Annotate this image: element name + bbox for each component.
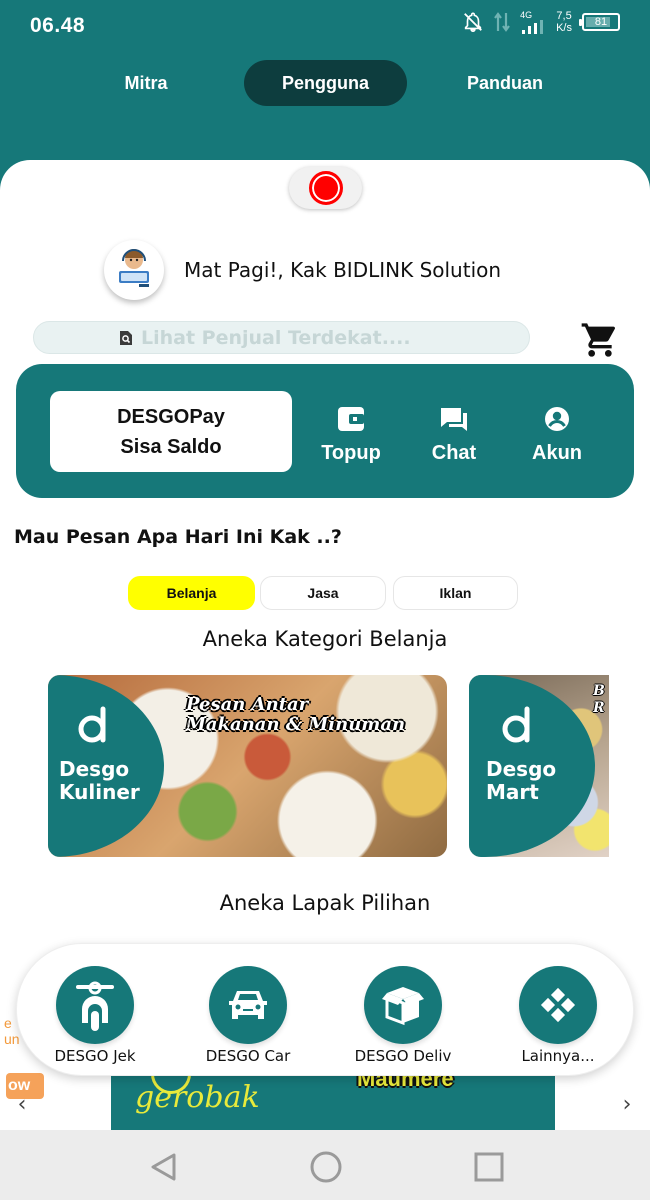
brand-line1: Desgo xyxy=(59,757,130,781)
segment-jasa[interactable]: Jasa xyxy=(260,576,386,610)
profile-avatar[interactable] xyxy=(104,240,164,300)
service-desgo-jek[interactable]: DESGO Jek xyxy=(40,966,150,1065)
scooter-icon xyxy=(56,966,134,1044)
lapak-section-title: Aneka Lapak Pilihan xyxy=(219,891,431,915)
record-icon xyxy=(308,171,343,205)
segment-belanja[interactable]: Belanja xyxy=(128,576,255,610)
speed-unit: K/s xyxy=(556,22,572,34)
car-icon xyxy=(209,966,287,1044)
wallet-icon xyxy=(336,406,366,438)
brand-line2: Kuliner xyxy=(59,780,140,804)
cart-icon xyxy=(578,323,622,364)
search-icon xyxy=(119,330,133,346)
chat-button[interactable]: Chat xyxy=(409,406,499,465)
service-label: DESGO Car xyxy=(205,1047,291,1065)
caption-line2: R xyxy=(593,700,605,716)
account-label: Akun xyxy=(532,442,582,464)
promo-left-line2: un xyxy=(4,1031,20,1047)
segment-iklan[interactable]: Iklan xyxy=(393,576,518,610)
topup-button[interactable]: Topup xyxy=(306,406,396,465)
carousel-prev-icon[interactable]: ‹ xyxy=(12,1093,32,1117)
service-label: Lainnya... xyxy=(521,1047,595,1065)
search-input[interactable]: Lihat Penjual Terdekat.... xyxy=(33,321,530,354)
promo-main-text: gerobak xyxy=(135,1080,260,1115)
wallet-balance-card[interactable]: DESGOPay Sisa Saldo xyxy=(50,391,292,472)
app-screen: 06.48 4G 7,5 K/s 81 Mitra Pengguna Pandu… xyxy=(0,0,650,1200)
data-arrows-icon xyxy=(494,11,510,33)
home-icon[interactable] xyxy=(309,1150,343,1184)
notifications-off-icon xyxy=(462,11,484,33)
service-desgo-car[interactable]: DESGO Car xyxy=(193,966,303,1065)
wallet-subtitle: Sisa Saldo xyxy=(120,435,222,458)
service-desgo-deliv[interactable]: DESGO Deliv xyxy=(348,966,458,1065)
tab-mitra[interactable]: Mitra xyxy=(96,60,196,106)
desgo-logo-icon xyxy=(502,706,530,743)
banner-desgo-kuliner[interactable]: Desgo Kuliner Pesan Antar Makanan & Minu… xyxy=(48,675,447,857)
battery-icon: 81 xyxy=(579,13,620,31)
caption-line1: Pesan Antar xyxy=(186,694,309,715)
status-icons: 4G 7,5 K/s 81 xyxy=(462,10,620,34)
record-button[interactable] xyxy=(289,167,362,209)
banner-caption: Pesan Antar Makanan & Minuman xyxy=(186,695,405,735)
services-bar: DESGO Jek DESGO Car DESGO Deliv Lainnya.… xyxy=(16,943,634,1076)
banner-brand-name: Desgo Kuliner xyxy=(59,758,140,804)
caption-line2: Makanan & Minuman xyxy=(186,714,406,735)
brand-line1: Desgo xyxy=(486,757,557,781)
status-time: 06.48 xyxy=(30,14,86,37)
account-button[interactable]: Akun xyxy=(512,406,602,465)
tab-panduan[interactable]: Panduan xyxy=(445,60,565,106)
more-apps-icon xyxy=(519,966,597,1044)
speed-value: 7,5 xyxy=(556,10,572,22)
wallet-title: DESGOPay xyxy=(117,405,225,428)
signal-icon: 4G xyxy=(520,9,546,34)
greeting: Mat Pagi!, Kak BIDLINK Solution xyxy=(104,240,624,300)
service-label: DESGO Jek xyxy=(54,1047,136,1065)
account-icon xyxy=(543,406,571,438)
recent-apps-icon[interactable] xyxy=(472,1150,506,1184)
network-speed: 7,5 K/s xyxy=(556,10,572,34)
brand-line2: Mart xyxy=(486,780,539,804)
desgo-logo-icon xyxy=(78,706,106,743)
search-placeholder: Lihat Penjual Terdekat.... xyxy=(141,326,411,349)
chat-label: Chat xyxy=(431,442,477,464)
network-type: 4G xyxy=(520,9,533,20)
package-icon xyxy=(364,966,442,1044)
service-label: DESGO Deliv xyxy=(354,1047,452,1065)
desgopay-panel: DESGOPay Sisa Saldo Topup Chat Akun xyxy=(16,364,634,498)
battery-level: 81 xyxy=(594,16,608,28)
back-icon[interactable] xyxy=(147,1150,181,1184)
category-section-title: Aneka Kategori Belanja xyxy=(202,627,448,651)
tab-pengguna[interactable]: Pengguna xyxy=(244,60,407,106)
status-bar: 06.48 4G 7,5 K/s 81 xyxy=(0,0,650,52)
order-question: Mau Pesan Apa Hari Ini Kak ..? xyxy=(14,526,342,548)
top-tabs: Mitra Pengguna Panduan xyxy=(0,60,650,106)
service-lainnya[interactable]: Lainnya... xyxy=(503,966,613,1065)
chat-icon xyxy=(439,406,469,438)
banner-desgo-mart[interactable]: Desgo Mart B R xyxy=(469,675,609,857)
promo-left-line1: e xyxy=(4,1015,12,1031)
banner-brand-name: Desgo Mart xyxy=(486,758,556,804)
caption-line1: B xyxy=(593,683,605,699)
banner-caption: B R xyxy=(593,683,605,717)
system-nav-bar xyxy=(0,1130,650,1200)
topup-label: Topup xyxy=(321,442,381,464)
greeting-text: Mat Pagi!, Kak BIDLINK Solution xyxy=(184,258,502,282)
cart-button[interactable] xyxy=(578,320,622,360)
carousel-next-icon[interactable]: › xyxy=(617,1093,637,1117)
